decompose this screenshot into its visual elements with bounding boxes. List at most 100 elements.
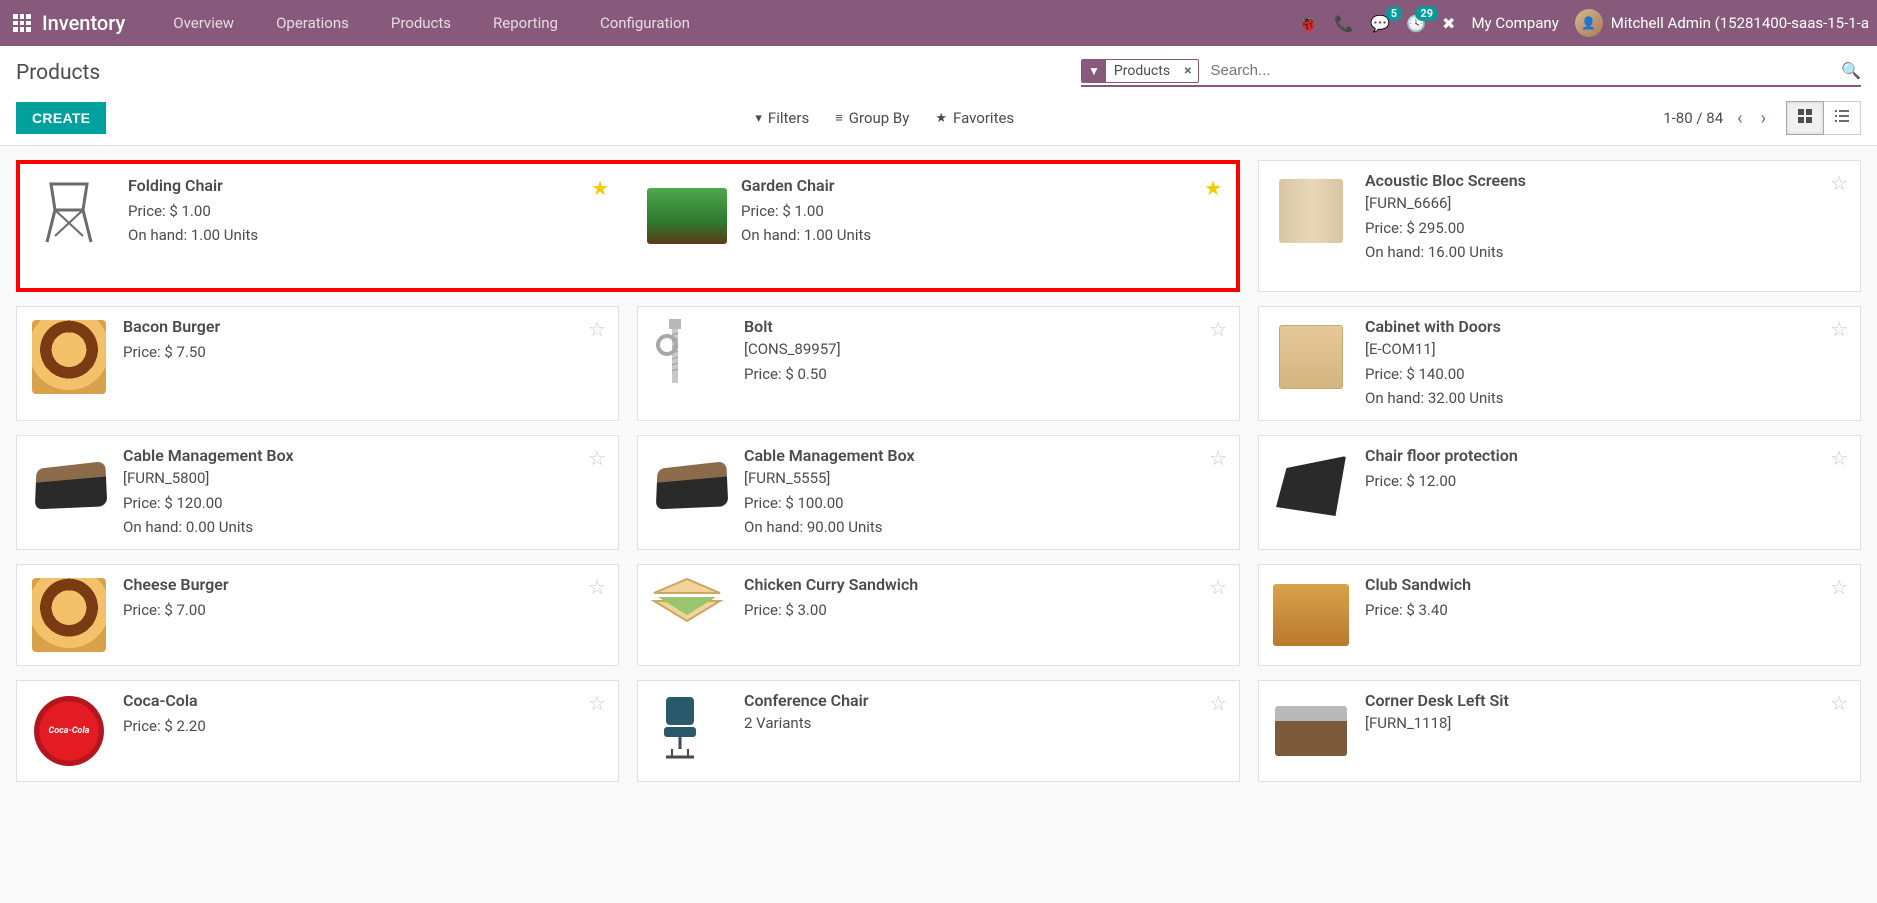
pager-next-icon[interactable]: › <box>1757 108 1770 129</box>
product-reference: [FURN_5800] <box>123 469 606 487</box>
product-card[interactable]: Bacon BurgerPrice: $ 7.50 ☆ <box>16 306 619 421</box>
favorite-star-icon[interactable]: ☆ <box>1830 691 1848 715</box>
product-card[interactable]: Cabinet with Doors[E-COM11]Price: $ 140.… <box>1258 306 1861 421</box>
product-price: Price: $ 100.00 <box>744 491 1227 515</box>
product-price: Price: $ 12.00 <box>1365 469 1848 493</box>
product-price: Price: $ 120.00 <box>123 491 606 515</box>
product-card[interactable]: Garden Chair Price: $ 1.00On hand: 1.00 U… <box>635 166 1234 286</box>
user-name: Mitchell Admin (15281400-saas-15-1-a <box>1611 14 1869 32</box>
product-price: Price: $ 0.50 <box>744 362 1227 386</box>
product-image <box>650 446 730 526</box>
product-image <box>1271 171 1351 251</box>
phone-icon[interactable]: 📞 <box>1334 14 1354 33</box>
product-price: Price: $ 140.00 <box>1365 362 1848 386</box>
company-selector[interactable]: My Company <box>1471 14 1558 32</box>
favorite-star-icon[interactable]: ☆ <box>1209 317 1227 341</box>
product-card[interactable]: Conference Chair 2 Variants ☆ <box>637 680 1240 782</box>
favorite-star-icon[interactable]: ★ <box>1204 176 1222 200</box>
nav-configuration[interactable]: Configuration <box>582 4 708 42</box>
product-card[interactable]: Chicken Curry SandwichPrice: $ 3.00 ☆ <box>637 564 1240 666</box>
product-price: Price: $ 295.00 <box>1365 216 1848 240</box>
create-button[interactable]: CREATE <box>16 102 106 134</box>
highlighted-selection: Folding ChairPrice: $ 1.00On hand: 1.00 … <box>16 160 1240 292</box>
product-reference: [CONS_89957] <box>744 340 1227 358</box>
list-view-icon[interactable] <box>1824 101 1861 135</box>
favorite-star-icon[interactable]: ☆ <box>588 691 606 715</box>
product-name: Conference Chair <box>744 691 1227 710</box>
product-price: Price: $ 1.00 <box>128 199 609 223</box>
tools-icon[interactable]: ✖ <box>1442 14 1455 33</box>
nav-reporting[interactable]: Reporting <box>475 4 576 42</box>
product-card[interactable]: Coca-Cola Coca-ColaPrice: $ 2.20 ☆ <box>16 680 619 782</box>
messages-icon[interactable]: 💬5 <box>1370 14 1390 33</box>
product-price: Price: $ 1.00 <box>741 199 1222 223</box>
kanban-view: Folding ChairPrice: $ 1.00On hand: 1.00 … <box>0 146 1877 796</box>
product-onhand: On hand: 90.00 Units <box>744 515 1227 539</box>
product-card[interactable]: Cheese Burger Price: $ 7.00 ☆ <box>16 564 619 666</box>
bug-icon[interactable]: 🐞 <box>1298 14 1318 33</box>
product-name: Cabinet with Doors <box>1365 317 1848 336</box>
favorite-star-icon[interactable]: ☆ <box>1830 317 1848 341</box>
product-price: Price: $ 3.40 <box>1365 598 1848 622</box>
product-name: Cable Management Box <box>744 446 1227 465</box>
product-card[interactable]: Club Sandwich Price: $ 3.40 ☆ <box>1258 564 1861 666</box>
product-price: Price: $ 3.00 <box>744 598 1227 622</box>
favorite-star-icon[interactable]: ☆ <box>1830 575 1848 599</box>
kanban-view-icon[interactable] <box>1786 101 1824 135</box>
product-card[interactable]: Cable Management Box[FURN_5555]Price: $ … <box>637 435 1240 550</box>
favorite-star-icon[interactable]: ☆ <box>588 446 606 470</box>
favorites-button[interactable]: ★Favorites <box>935 109 1014 127</box>
product-card[interactable]: Bolt [CONS_89957] Price: $ 0.50 ☆ <box>637 306 1240 421</box>
filters-button[interactable]: ▾Filters <box>755 109 809 127</box>
product-image <box>1271 575 1351 655</box>
product-card[interactable]: Corner Desk Left Sit[FURN_1118] ☆ <box>1258 680 1861 782</box>
favorite-star-icon[interactable]: ☆ <box>588 317 606 341</box>
app-brand[interactable]: Inventory <box>42 11 125 35</box>
product-name: Club Sandwich <box>1365 575 1848 594</box>
page-title: Products <box>16 61 100 85</box>
search-icon[interactable]: 🔍 <box>1841 61 1861 80</box>
favorite-star-icon[interactable]: ☆ <box>1830 171 1848 195</box>
search-bar[interactable]: ▼ Products × 🔍 <box>1081 58 1861 87</box>
view-switcher <box>1786 101 1861 135</box>
user-avatar-icon: 👤 <box>1575 9 1603 37</box>
user-menu[interactable]: 👤 Mitchell Admin (15281400-saas-15-1-a <box>1575 9 1869 37</box>
product-card[interactable]: Folding ChairPrice: $ 1.00On hand: 1.00 … <box>22 166 621 286</box>
nav-products[interactable]: Products <box>373 4 469 42</box>
favorite-star-icon[interactable]: ☆ <box>1209 446 1227 470</box>
product-image <box>29 575 109 655</box>
favorite-star-icon[interactable]: ☆ <box>588 575 606 599</box>
control-panel: Products ▼ Products × 🔍 CREATE ▾Filters … <box>0 46 1877 146</box>
groupby-button[interactable]: ≡Group By <box>835 109 909 127</box>
star-icon: ★ <box>935 111 947 126</box>
product-image <box>29 446 109 526</box>
product-image <box>650 317 730 397</box>
product-onhand: On hand: 1.00 Units <box>741 223 1222 247</box>
product-name: Cheese Burger <box>123 575 606 594</box>
product-card[interactable]: Acoustic Bloc Screens[FURN_6666]Price: $… <box>1258 160 1861 292</box>
favorite-star-icon[interactable]: ☆ <box>1830 446 1848 470</box>
favorite-star-icon[interactable]: ★ <box>591 176 609 200</box>
search-input[interactable] <box>1207 58 1842 83</box>
product-onhand: On hand: 0.00 Units <box>123 515 606 539</box>
product-image <box>1271 317 1351 397</box>
product-card[interactable]: Cable Management Box[FURN_5800]Price: $ … <box>16 435 619 550</box>
product-reference: [FURN_6666] <box>1365 194 1848 212</box>
product-name: Bolt <box>744 317 1227 336</box>
activity-icon[interactable]: 🕓29 <box>1406 14 1426 33</box>
product-card[interactable]: Chair floor protectionPrice: $ 12.00 ☆ <box>1258 435 1861 550</box>
facet-remove-icon[interactable]: × <box>1178 60 1197 82</box>
product-price: Price: $ 7.00 <box>123 598 606 622</box>
product-name: Garden Chair <box>741 176 1222 195</box>
favorite-star-icon[interactable]: ☆ <box>1209 575 1227 599</box>
messages-badge: 5 <box>1386 6 1402 21</box>
product-reference: 2 Variants <box>744 714 1227 732</box>
nav-overview[interactable]: Overview <box>155 4 252 42</box>
nav-operations[interactable]: Operations <box>258 4 367 42</box>
product-name: Corner Desk Left Sit <box>1365 691 1848 710</box>
pager-prev-icon[interactable]: ‹ <box>1733 108 1746 129</box>
apps-menu-icon[interactable] <box>8 9 36 37</box>
product-image: Coca-Cola <box>29 691 109 771</box>
favorite-star-icon[interactable]: ☆ <box>1209 691 1227 715</box>
pager-value[interactable]: 1-80 / 84 <box>1663 109 1723 127</box>
